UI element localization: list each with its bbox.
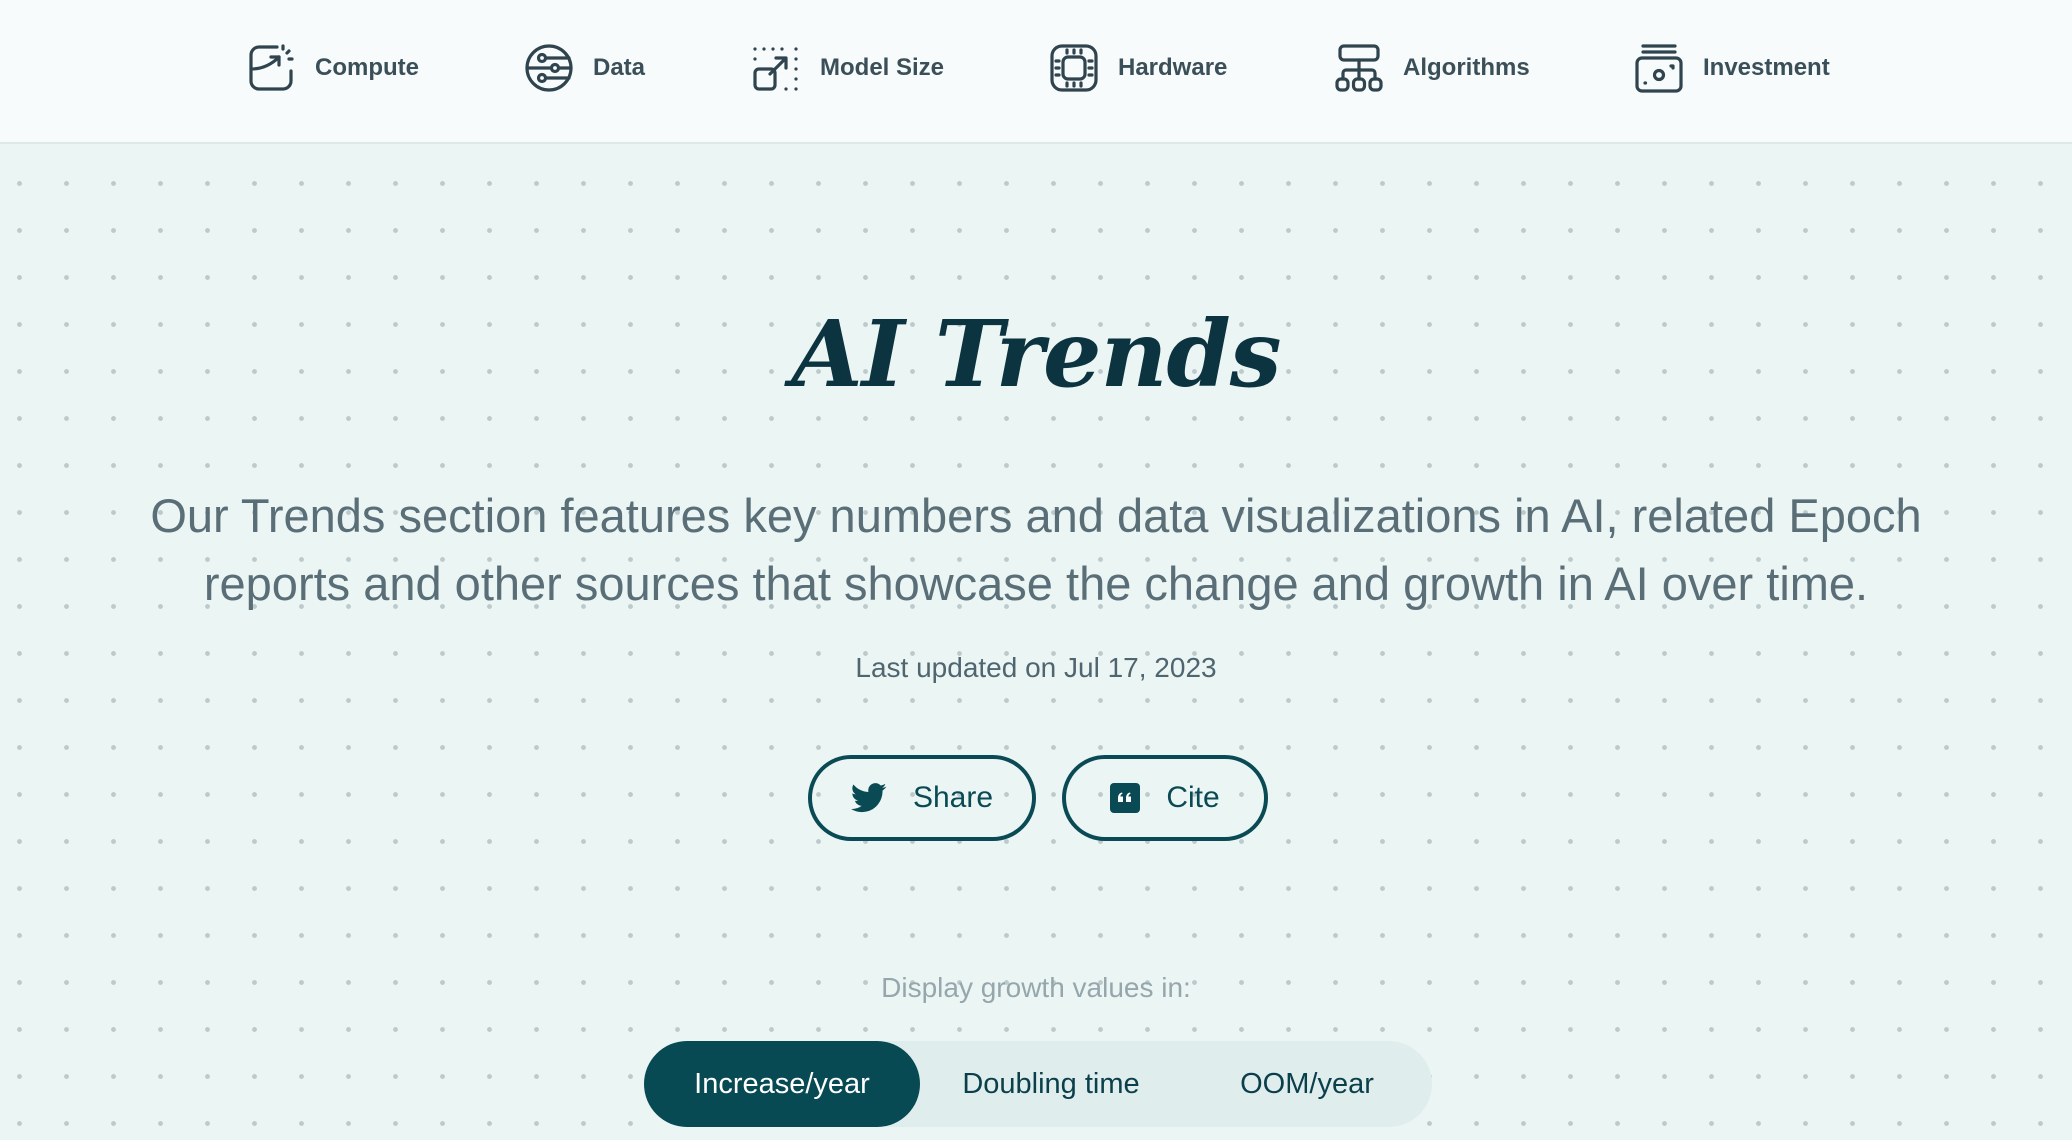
nav-item-data[interactable]: Data xyxy=(525,42,645,94)
nav-item-hardware[interactable]: Hardware xyxy=(1050,42,1227,94)
nav-label: Investment xyxy=(1703,54,1830,81)
share-label: Share xyxy=(912,781,994,814)
model-size-icon xyxy=(753,47,798,91)
nav-label: Hardware xyxy=(1118,54,1228,81)
top-navigation: Compute Data Model Size Hardware Algorit… xyxy=(0,0,2072,144)
nav-item-algorithms[interactable]: Algorithms xyxy=(1335,42,1530,94)
growth-unit-toggle: Increase/year Doubling time OOM/year xyxy=(644,1041,1432,1127)
nav-label: Compute xyxy=(315,54,419,81)
nav-item-investment[interactable]: Investment xyxy=(1635,42,1830,94)
growth-display-label: Display growth values in: xyxy=(881,972,1191,1003)
nav-item-compute[interactable]: Compute xyxy=(247,42,419,94)
algorithms-hierarchy-icon xyxy=(1335,44,1383,92)
nav-label: Model Size xyxy=(820,54,945,81)
nav-label: Algorithms xyxy=(1403,54,1530,81)
twitter-icon xyxy=(850,783,887,813)
toggle-option-increase-per-year[interactable]: Increase/year xyxy=(644,1041,920,1127)
cite-label: Cite xyxy=(1166,781,1220,814)
data-icon xyxy=(525,44,573,92)
investment-money-icon xyxy=(1635,44,1683,93)
toggle-option-doubling-time[interactable]: Doubling time xyxy=(920,1041,1182,1127)
page-description: Our Trends section features key numbers … xyxy=(150,489,1922,610)
toggle-option-oom-per-year[interactable]: OOM/year xyxy=(1182,1041,1432,1127)
compute-icon xyxy=(249,44,294,91)
nav-item-model-size[interactable]: Model Size xyxy=(752,42,944,94)
nav-label: Data xyxy=(593,54,646,81)
quote-icon xyxy=(1110,783,1141,813)
page-title: AI Trends xyxy=(791,300,1281,408)
share-button[interactable]: Share xyxy=(808,755,1036,841)
hardware-chip-icon xyxy=(1050,44,1098,92)
cite-button[interactable]: Cite xyxy=(1062,755,1268,841)
last-updated-text: Last updated on Jul 17, 2023 xyxy=(855,652,1217,683)
